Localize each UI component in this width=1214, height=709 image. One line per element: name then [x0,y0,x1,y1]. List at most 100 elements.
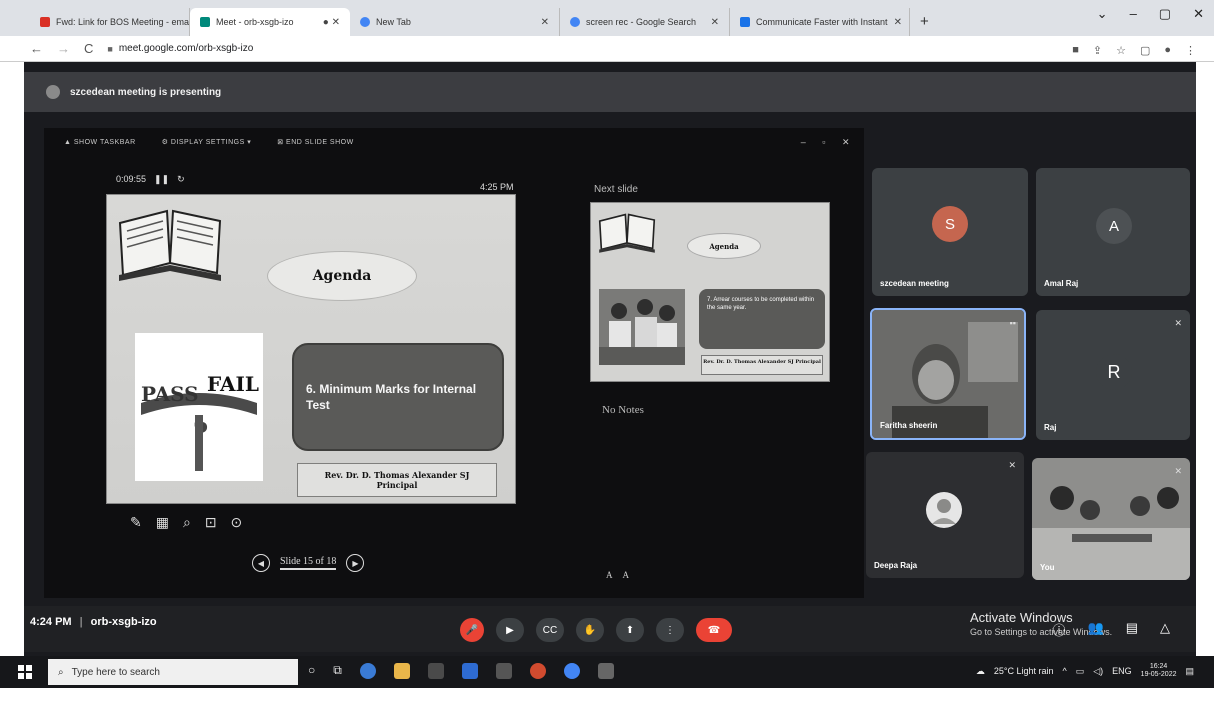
tab-gmail[interactable]: Fwd: Link for BOS Meeting - ema ✕ [30,8,190,36]
participant-tile-deepa-raja[interactable]: ✕ Deepa Raja [866,452,1024,578]
tab-close-icon[interactable]: ✕ [894,17,902,28]
people-icon[interactable]: 👥 [1088,620,1104,639]
taskbar-clock[interactable]: 16:24 19-05-2022 [1141,663,1177,679]
volume-icon[interactable]: ◁) [1093,666,1103,677]
mic-toggle-button[interactable]: 🎤 [460,618,484,642]
share-icon[interactable]: ⇪ [1093,44,1102,57]
participant-tile-faritha[interactable]: ▪▪ Faritha sheerin [870,308,1026,440]
url-field[interactable]: ■ meet.google.com/orb-xsgb-izo [107,43,253,54]
slide-navigation: ◀ Slide 15 of 18 ▶ [252,554,365,572]
decrease-font-button[interactable]: A [623,570,630,580]
new-tab-button[interactable]: + [910,13,939,36]
pointer-options-icon[interactable]: ⊡ [205,514,217,531]
raise-hand-button[interactable]: ✋ [576,618,604,642]
minimize-button[interactable]: – [1130,6,1137,22]
ppt-close-button[interactable]: ✕ [842,137,850,148]
info-icon[interactable]: ⓘ [1053,620,1066,639]
pass-label: PASS [141,382,199,406]
tray-expand-icon[interactable]: ^ [1062,666,1066,676]
present-now-button[interactable]: ⬆ [616,618,644,642]
windows-start-icon[interactable] [18,665,32,679]
sidepanel-icon[interactable]: ▢ [1140,44,1150,57]
gmail-icon [40,17,50,27]
browser-tabstrip: Fwd: Link for BOS Meeting - ema ✕ Meet -… [0,0,1214,36]
mic-off-icon: ✕ [1008,460,1016,470]
more-options-button[interactable]: ⋮ [656,618,684,642]
task-view-icon[interactable]: ⧉ [333,663,342,679]
tab-search-icon[interactable]: ⌄ [1097,6,1108,22]
activities-icon[interactable]: △ [1160,620,1170,639]
teams-icon[interactable] [495,663,512,679]
chat-icon[interactable]: ▤ [1126,620,1138,639]
next-slide-preview[interactable]: Agenda 7. Arrear courses to be completed… [590,202,830,382]
notifications-icon[interactable]: ▤ [1185,666,1194,677]
zoom-icon[interactable]: ⌕ [183,514,191,531]
end-slide-show-button[interactable]: ⊠ END SLIDE SHOW [277,138,354,146]
camera-indicator-icon[interactable]: ■ [1072,44,1079,57]
captions-button[interactable]: CC [536,618,564,642]
menu-icon[interactable]: ⋮ [1185,44,1196,57]
participant-tile-amal-raj[interactable]: A Amal Raj [1036,168,1190,296]
pause-icon[interactable]: ❚❚ [154,174,169,185]
taskbar-search[interactable]: ⌕ Type here to search [48,659,298,685]
cortana-icon[interactable]: ○ [308,663,315,679]
next-slide-title: Agenda [687,233,761,259]
open-book-icon [118,209,222,281]
avatar [926,492,962,528]
forward-icon[interactable]: → [57,41,70,56]
tab-google-search[interactable]: screen rec - Google Search ✕ [560,8,730,36]
browser-actions: ■ ⇪ ☆ ▢ ● ⋮ [1072,44,1196,57]
profile-icon[interactable]: ● [1164,44,1171,57]
tab-new-tab[interactable]: New Tab ✕ [350,8,560,36]
store-icon[interactable] [427,663,444,679]
increase-font-button[interactable]: A [606,570,613,580]
participant-tile-raj[interactable]: R ✕ Raj [1036,310,1190,440]
presenter-toolbar: ▲ SHOW TASKBAR ⚙ DISPLAY SETTINGS ▾ ⊠ EN… [44,128,864,156]
presenter-view: ▲ SHOW TASKBAR ⚙ DISPLAY SETTINGS ▾ ⊠ EN… [44,128,864,598]
participant-tile-szcedean[interactable]: S szcedean meeting [872,168,1028,296]
previous-slide-button[interactable]: ◀ [252,554,270,572]
back-icon[interactable]: ← [30,41,43,56]
presenter-avatar [46,85,60,99]
participant-tile-you[interactable]: ✕ You [1032,458,1190,580]
network-icon[interactable]: ▭ [1076,666,1085,677]
powerpoint-icon[interactable] [529,663,546,679]
see-all-slides-icon[interactable]: ▦ [156,514,169,531]
ppt-minimize-button[interactable]: – [801,137,807,148]
show-taskbar-button[interactable]: ▲ SHOW TASKBAR [64,139,136,146]
presenter-credit: Rev. Dr. D. Thomas Alexander SJ Principa… [297,463,497,497]
maximize-button[interactable]: ▢ [1159,6,1171,22]
tab-meet[interactable]: Meet - orb-xsgb-izo ● ✕ [190,8,350,36]
slide-counter[interactable]: Slide 15 of 18 [280,556,337,570]
next-agenda-item: 7. Arrear courses to be completed within… [699,289,825,349]
ppt-restore-button[interactable]: ▫ [822,137,826,148]
leave-call-button[interactable]: ☎ [696,618,732,642]
tab-close-icon[interactable]: ✕ [711,17,719,28]
participant-video [1032,458,1190,580]
close-window-button[interactable]: ✕ [1193,6,1204,22]
display-settings-button[interactable]: ⚙ DISPLAY SETTINGS ▾ [162,138,252,146]
chrome-icon[interactable] [563,663,580,679]
pen-icon[interactable]: ✎ [130,514,142,531]
current-slide: Agenda PASS FAIL ? 6. Minimum Marks for … [106,194,516,504]
address-bar-row: ← → C ■ meet.google.com/orb-xsgb-izo [0,36,1214,62]
slide-timer: 0:09:55 ❚❚ ↻ [116,174,185,185]
more-options-icon[interactable]: ⊙ [231,514,243,531]
tab-communicate[interactable]: Communicate Faster with Instant ✕ [730,8,910,36]
camera-toggle-button[interactable]: ▶ [496,618,524,642]
bookmark-star-icon[interactable]: ☆ [1116,44,1126,57]
speaker-notes: No Notes [602,404,644,416]
tab-close-icon[interactable]: ✕ [541,17,549,28]
agenda-item-box: 6. Minimum Marks for Internal Test [292,343,504,451]
reload-icon[interactable]: C [84,41,93,56]
pass-fail-image: PASS FAIL ? [135,333,263,481]
reset-timer-icon[interactable]: ↻ [177,174,185,185]
tab-close-icon[interactable]: ● ✕ [323,17,340,28]
app-icon[interactable] [597,663,614,679]
mail-icon[interactable] [461,663,478,679]
edge-icon[interactable] [359,663,376,679]
mic-off-icon: ✕ [1174,318,1182,328]
next-slide-button[interactable]: ▶ [346,554,365,572]
slide-tools: ✎ ▦ ⌕ ⊡ ⊙ [130,514,242,531]
file-explorer-icon[interactable] [393,663,410,679]
